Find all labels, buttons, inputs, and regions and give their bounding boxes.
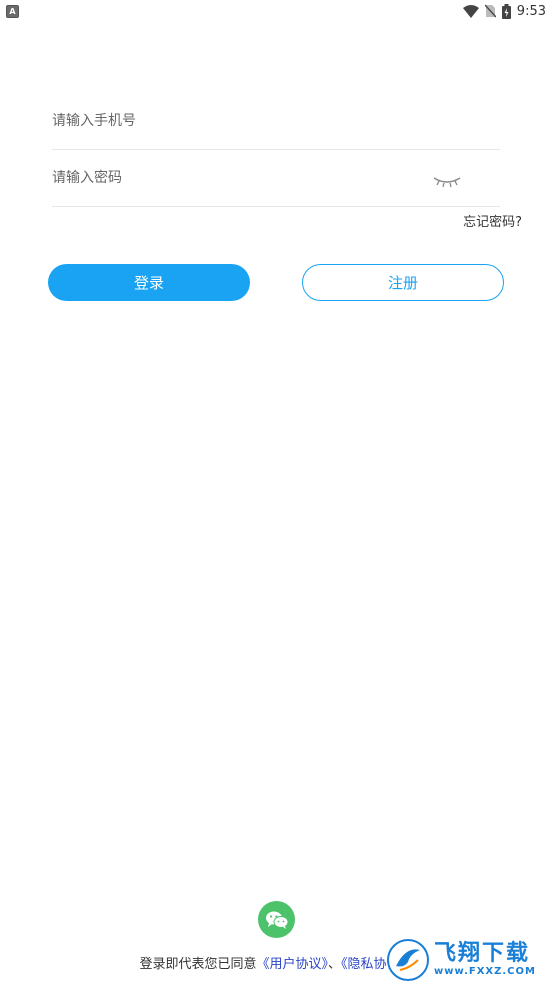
agreement-separator: 、 xyxy=(328,957,342,972)
wechat-login-button[interactable] xyxy=(258,901,295,938)
watermark: 飞翔下载 www.FXXZ.COM xyxy=(386,935,542,985)
battery-icon xyxy=(501,3,511,19)
app-notification-icon: A xyxy=(6,5,19,18)
status-time: 9:53 xyxy=(516,3,546,19)
agreement-prefix: 登录即代表您已同意 xyxy=(139,957,257,972)
password-field-row xyxy=(52,150,500,207)
status-indicators: 9:53 xyxy=(462,2,546,20)
forgot-password-link[interactable]: 忘记密码? xyxy=(463,211,522,230)
phone-field-row xyxy=(52,93,500,150)
password-input[interactable] xyxy=(52,150,412,206)
wechat-icon xyxy=(265,911,288,929)
no-sim-icon xyxy=(484,4,496,18)
eye-closed-icon[interactable] xyxy=(432,172,462,188)
wifi-icon xyxy=(462,4,479,18)
register-button[interactable]: 注册 xyxy=(302,264,504,301)
user-agreement-link[interactable]: 《用户协议》 xyxy=(256,957,328,972)
watermark-logo-icon xyxy=(387,939,429,981)
login-button[interactable]: 登录 xyxy=(48,264,250,301)
watermark-brand: 飞翔下载 xyxy=(434,941,531,966)
phone-input[interactable] xyxy=(52,93,412,149)
status-bar: A 9:53 xyxy=(0,0,552,22)
watermark-url: www.FXXZ.COM xyxy=(434,966,536,977)
